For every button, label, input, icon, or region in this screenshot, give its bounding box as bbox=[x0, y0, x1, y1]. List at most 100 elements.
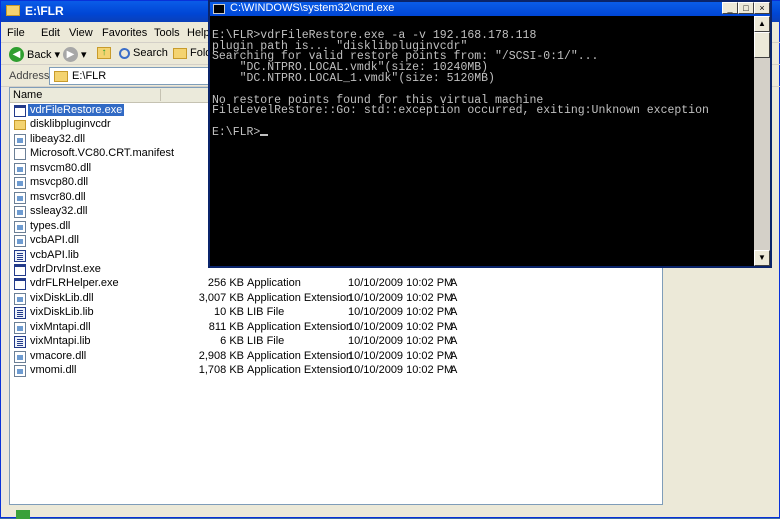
folder-file-icon bbox=[14, 120, 26, 131]
console-icon bbox=[213, 4, 225, 14]
file-type: Application Extension bbox=[247, 320, 353, 333]
menu-tools[interactable]: Tools bbox=[154, 27, 180, 39]
file-name: vdrDrvInst.exe bbox=[30, 262, 101, 275]
menu-favorites[interactable]: Favorites bbox=[102, 27, 147, 39]
file-name: msvcp80.dll bbox=[30, 176, 89, 189]
dll-file-icon bbox=[14, 162, 26, 175]
console-line: FileLevelRestore::Go: std::exception occ… bbox=[212, 104, 709, 118]
cmd-title: C:\WINDOWS\system32\cmd.exe bbox=[230, 2, 395, 14]
file-attributes: A bbox=[450, 277, 458, 290]
file-row[interactable]: vixMntapi.dll 811 KB Application Extension… bbox=[10, 321, 662, 335]
chevron-down-icon: ▾ bbox=[81, 49, 87, 61]
cmd-window: C:\WINDOWS\system32\cmd.exe _ □ × E:\FLR… bbox=[208, 0, 772, 268]
menu-edit[interactable]: Edit bbox=[41, 27, 60, 39]
file-date: 10/10/2009 10:02 PM bbox=[348, 277, 454, 290]
file-row[interactable]: vixMntapi.lib 6 KB LIB File 10/10/2009 10:0… bbox=[10, 335, 662, 349]
file-attributes: A bbox=[450, 364, 458, 377]
file-attributes: A bbox=[450, 349, 458, 362]
file-row[interactable]: vixDiskLib.lib 10 KB LIB File 10/10/2009 10… bbox=[10, 306, 662, 320]
file-attributes: A bbox=[450, 335, 458, 348]
dll-file-icon bbox=[14, 321, 26, 334]
address-label: Address bbox=[9, 70, 50, 82]
file-type: LIB File bbox=[247, 306, 285, 319]
address-input[interactable]: E:\FLR bbox=[49, 67, 219, 85]
up-folder-button[interactable]: ↑ bbox=[97, 47, 111, 59]
menu-view[interactable]: View bbox=[69, 27, 93, 39]
file-type: LIB File bbox=[247, 335, 285, 348]
file-name: vcbAPI.dll bbox=[30, 234, 79, 247]
file-row[interactable]: vdrFLRHelper.exe 256 KB Application 10/10/2… bbox=[10, 277, 662, 291]
search-button[interactable]: Search bbox=[119, 47, 168, 59]
forward-arrow-icon: ▶ bbox=[63, 47, 78, 62]
menu-help[interactable]: Help bbox=[187, 27, 210, 39]
vertical-scrollbar[interactable]: ▲ ▼ bbox=[754, 16, 770, 266]
console-line: E:\FLR> bbox=[212, 127, 752, 139]
file-row[interactable]: vmacore.dll 2,908 KB Application Extension… bbox=[10, 350, 662, 364]
address-value: E:\FLR bbox=[72, 70, 107, 82]
file-size: 2,908 KB bbox=[198, 349, 244, 362]
file-name: vcbAPI.lib bbox=[30, 248, 79, 261]
file-attributes: A bbox=[450, 291, 458, 304]
file-row[interactable]: vmomi.dll 1,708 KB Application Extension 10… bbox=[10, 364, 662, 378]
dll-file-icon bbox=[14, 191, 26, 204]
dll-file-icon bbox=[14, 206, 26, 219]
dll-file-icon bbox=[14, 292, 26, 305]
file-attributes: A bbox=[450, 320, 458, 333]
scroll-down-button[interactable]: ▼ bbox=[754, 250, 770, 266]
dll-file-icon bbox=[14, 365, 26, 378]
file-name: types.dll bbox=[30, 219, 71, 232]
file-name: libeay32.dll bbox=[30, 132, 86, 145]
file-date: 10/10/2009 10:02 PM bbox=[348, 349, 454, 362]
lib-file-icon bbox=[14, 249, 26, 262]
column-separator[interactable] bbox=[160, 89, 161, 101]
search-label: Search bbox=[133, 47, 168, 59]
file-name: ssleay32.dll bbox=[30, 205, 88, 218]
file-name: Microsoft.VC80.CRT.manifest bbox=[30, 147, 175, 160]
file-name: msvcr80.dll bbox=[30, 190, 86, 203]
exe-file-icon bbox=[14, 105, 26, 117]
file-name: msvcm80.dll bbox=[30, 161, 92, 174]
file-date: 10/10/2009 10:02 PM bbox=[348, 306, 454, 319]
scroll-up-button[interactable]: ▲ bbox=[754, 16, 770, 32]
file-size: 10 KB bbox=[214, 306, 244, 319]
dll-file-icon bbox=[14, 177, 26, 190]
file-name: vixMntapi.dll bbox=[30, 320, 91, 333]
maximize-button[interactable]: □ bbox=[738, 2, 754, 14]
minimize-button[interactable]: _ bbox=[722, 2, 738, 14]
lib-file-icon bbox=[14, 307, 26, 320]
cmd-title-bar[interactable]: C:\WINDOWS\system32\cmd.exe _ □ × bbox=[210, 2, 770, 16]
text-cursor bbox=[260, 133, 269, 136]
file-date: 10/10/2009 10:02 PM bbox=[348, 291, 454, 304]
file-name: vixMntapi.lib bbox=[30, 335, 91, 348]
back-button[interactable]: ◀ Back ▾ bbox=[9, 47, 60, 62]
up-folder-icon: ↑ bbox=[97, 47, 111, 59]
forward-button[interactable]: ▶ ▾ bbox=[63, 47, 87, 62]
file-date: 10/10/2009 10:02 PM bbox=[348, 335, 454, 348]
file-name: vmacore.dll bbox=[30, 349, 87, 362]
lib-file-icon bbox=[14, 336, 26, 349]
file-attributes: A bbox=[450, 306, 458, 319]
column-header-name[interactable]: Name bbox=[13, 89, 42, 101]
dll-file-icon bbox=[14, 350, 26, 363]
dll-file-icon bbox=[14, 133, 26, 146]
file-name: vdrFileRestore.exe bbox=[28, 104, 125, 116]
dll-file-icon bbox=[14, 235, 26, 248]
manifest-file-icon bbox=[14, 148, 26, 161]
chevron-down-icon: ▾ bbox=[54, 49, 60, 61]
scroll-thumb[interactable] bbox=[754, 32, 770, 58]
file-size: 256 KB bbox=[207, 277, 244, 290]
dll-file-icon bbox=[14, 220, 26, 233]
file-type: Application bbox=[247, 277, 301, 290]
close-button[interactable]: × bbox=[754, 2, 770, 14]
console-output[interactable]: E:\FLR>vdrFileRestore.exe -a -v 192.168.… bbox=[210, 16, 754, 266]
search-icon bbox=[119, 47, 130, 59]
folders-button[interactable]: Fold bbox=[173, 47, 211, 59]
file-row[interactable]: vixDiskLib.dll 3,007 KB Application Extens… bbox=[10, 292, 662, 306]
file-type: Application Extension bbox=[247, 364, 353, 377]
folder-icon bbox=[54, 71, 68, 82]
file-name: vmomi.dll bbox=[30, 364, 77, 377]
file-size: 3,007 KB bbox=[198, 291, 244, 304]
menu-file[interactable]: File bbox=[7, 27, 25, 39]
exe-file-icon bbox=[14, 278, 26, 291]
